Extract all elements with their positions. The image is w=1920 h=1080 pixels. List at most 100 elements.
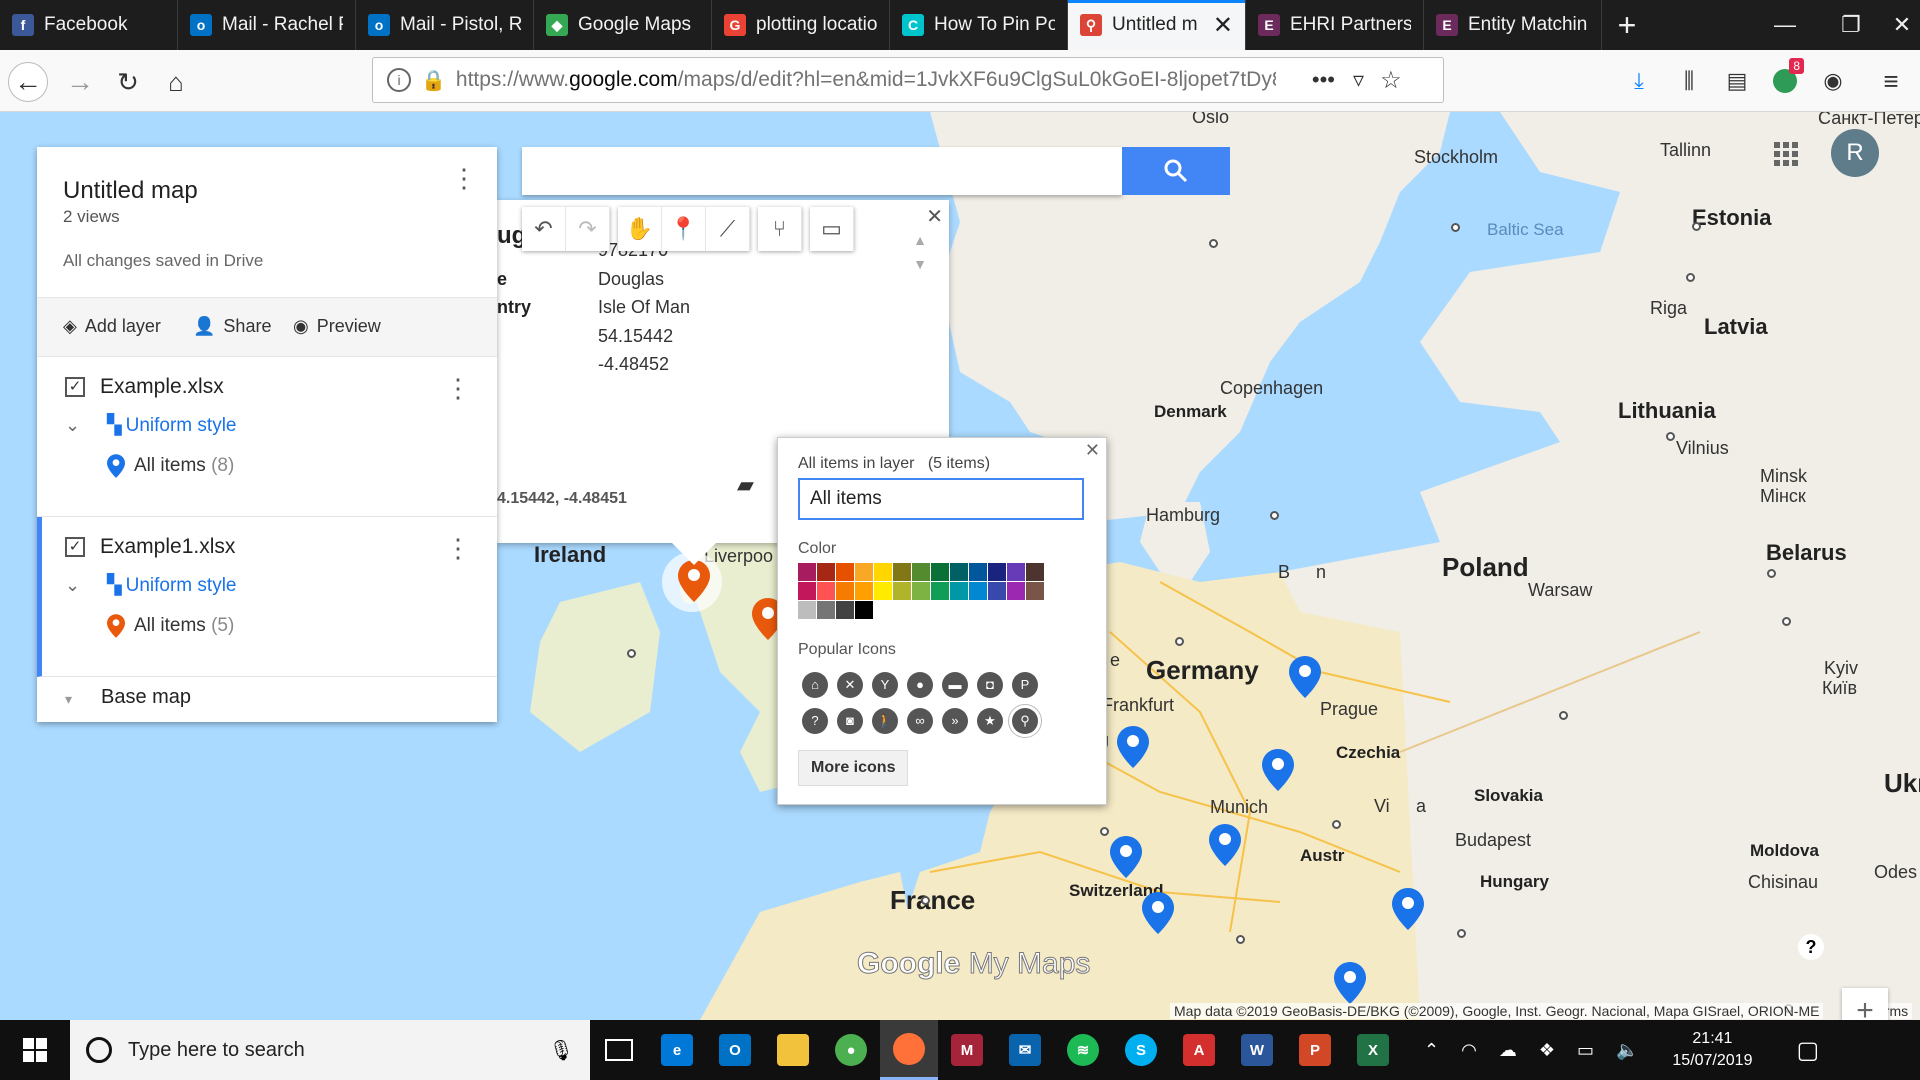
restore-button[interactable]: ❐ — [1818, 0, 1884, 50]
map-pin-blue[interactable] — [1334, 962, 1366, 1004]
map-pin-blue[interactable] — [1209, 824, 1241, 866]
base-map-expand-icon[interactable]: ▾ — [65, 691, 72, 708]
star-icon[interactable]: ★ — [977, 708, 1003, 734]
base-map-row[interactable]: Base map — [101, 686, 191, 709]
layer-options-icon[interactable]: ⋮ — [445, 533, 471, 564]
map-title[interactable]: Untitled map — [63, 177, 198, 205]
color-swatch[interactable] — [969, 582, 987, 600]
apps-grid-icon[interactable] — [1774, 142, 1798, 166]
acrobat-icon[interactable]: A — [1170, 1020, 1228, 1080]
scroll-arrows-icon[interactable]: ▲ ▼ — [913, 228, 927, 276]
draw-line-icon[interactable]: ⟋ — [706, 207, 750, 251]
layer-visibility-checkbox[interactable]: ✓ — [65, 377, 85, 397]
color-swatch[interactable] — [855, 601, 873, 619]
directions-icon[interactable]: ⑂ — [758, 207, 802, 251]
map-search-input[interactable] — [522, 147, 1122, 195]
minimize-button[interactable]: — — [1752, 0, 1818, 50]
chrome-icon[interactable]: ● — [822, 1020, 880, 1080]
color-swatch[interactable] — [1007, 582, 1025, 600]
search-button[interactable] — [1122, 147, 1230, 195]
layer-options-icon[interactable]: ⋮ — [445, 373, 471, 404]
redo-button[interactable]: ↷ — [566, 207, 610, 251]
map-pin-blue[interactable] — [1142, 892, 1174, 934]
color-swatch[interactable] — [874, 563, 892, 581]
taskbar-search[interactable]: Type here to search 🎙 — [70, 1020, 590, 1080]
info-icon[interactable]: i — [387, 68, 411, 92]
back-button[interactable]: ← — [8, 62, 48, 102]
outlook-mail-icon[interactable]: ✉ — [996, 1020, 1054, 1080]
close-popup-button[interactable]: ✕ — [1085, 440, 1100, 461]
url-text[interactable]: https://www.google.com/maps/d/edit?hl=en… — [456, 68, 1276, 92]
battery-icon[interactable]: ▭ — [1577, 1040, 1594, 1061]
color-swatch[interactable] — [817, 601, 835, 619]
color-swatch[interactable] — [798, 563, 816, 581]
word-icon[interactable]: W — [1228, 1020, 1286, 1080]
dropbox-icon[interactable]: ❖ — [1539, 1040, 1555, 1061]
color-swatch[interactable] — [950, 582, 968, 600]
measure-ruler-icon[interactable]: ▭ — [810, 207, 854, 251]
color-swatch[interactable] — [817, 563, 835, 581]
color-swatch[interactable] — [798, 582, 816, 600]
map-pin-blue[interactable] — [1289, 656, 1321, 698]
color-swatch[interactable] — [855, 582, 873, 600]
tab-0[interactable]: f Facebook — [0, 0, 178, 50]
powerpoint-icon[interactable]: P — [1286, 1020, 1344, 1080]
color-swatch[interactable] — [1026, 582, 1044, 600]
layer-name[interactable]: Example.xlsx — [100, 375, 224, 399]
color-swatch[interactable] — [874, 582, 892, 600]
color-swatch[interactable] — [836, 563, 854, 581]
spotify-icon[interactable]: ≋ — [1054, 1020, 1112, 1080]
edge-icon[interactable]: e — [648, 1020, 706, 1080]
new-tab-button[interactable]: + — [1602, 0, 1652, 50]
uniform-style-link[interactable]: ▚ Uniform style — [107, 574, 236, 597]
map-pin-orange-selected[interactable] — [678, 560, 710, 602]
close-info-button[interactable]: ✕ — [926, 204, 943, 229]
volume-icon[interactable]: 🔈 — [1616, 1040, 1638, 1061]
home-icon[interactable]: ⌂ — [802, 672, 828, 698]
action-center-icon[interactable]: ▢ — [1796, 1036, 1819, 1065]
color-swatch[interactable] — [988, 563, 1006, 581]
bike-icon[interactable]: ∞ — [907, 708, 933, 734]
layer-name[interactable]: Example1.xlsx — [100, 535, 235, 559]
run-icon[interactable]: » — [942, 708, 968, 734]
paint-bucket-icon[interactable]: ▰ — [737, 472, 754, 498]
collapse-chevron-icon[interactable]: ⌄ — [65, 415, 80, 436]
camera-icon[interactable]: ◙ — [837, 708, 863, 734]
file-explorer-icon[interactable] — [764, 1020, 822, 1080]
close-tab-icon[interactable]: ✕ — [1213, 11, 1233, 40]
color-swatch[interactable] — [855, 563, 873, 581]
label-field[interactable]: All items — [798, 478, 1084, 520]
download-icon[interactable]: ⤓ — [1622, 64, 1656, 98]
more-icons-button[interactable]: More icons — [798, 750, 909, 786]
map-pin-blue[interactable] — [1262, 749, 1294, 791]
add-marker-icon[interactable]: 📍 — [662, 207, 706, 251]
sidebar-icon[interactable]: ▤ — [1720, 64, 1754, 98]
close-window-button[interactable]: ✕ — [1884, 0, 1920, 50]
task-view-icon[interactable] — [590, 1020, 648, 1080]
help-button[interactable]: ? — [1798, 934, 1824, 960]
url-bar[interactable]: i 🔒 https://www.google.com/maps/d/edit?h… — [372, 57, 1444, 103]
color-swatch[interactable] — [950, 563, 968, 581]
map-pin-blue[interactable] — [1110, 836, 1142, 878]
pin-icon[interactable]: ⚲ — [1008, 704, 1042, 738]
all-items-row[interactable]: All items (5) — [134, 615, 234, 637]
question-icon[interactable]: ? — [802, 708, 828, 734]
color-swatch[interactable] — [817, 582, 835, 600]
excel-icon[interactable]: X — [1344, 1020, 1402, 1080]
parking-icon[interactable]: P — [1012, 672, 1038, 698]
tab-7[interactable]: E EHRI Partners — [1246, 0, 1424, 50]
add-layer-button[interactable]: ◈ Add layer — [63, 316, 161, 337]
menu-icon[interactable]: ≡ — [1874, 64, 1908, 98]
home-button[interactable]: ⌂ — [156, 62, 196, 102]
tab-1[interactable]: o Mail - Rachel P — [178, 0, 356, 50]
color-swatch[interactable] — [1026, 563, 1044, 581]
collapse-chevron-icon[interactable]: ⌄ — [65, 575, 80, 596]
bed-icon[interactable]: ▬ — [942, 672, 968, 698]
preview-button[interactable]: ◉ Preview — [293, 316, 381, 337]
layer-visibility-checkbox[interactable]: ✓ — [65, 537, 85, 557]
map-options-icon[interactable]: ⋮ — [451, 165, 477, 191]
walk-icon[interactable]: 🚶 — [872, 708, 898, 734]
extension-icon[interactable]: 8 — [1768, 58, 1804, 98]
color-swatch[interactable] — [836, 601, 854, 619]
tray-chevron-icon[interactable]: ⌃ — [1424, 1040, 1439, 1061]
